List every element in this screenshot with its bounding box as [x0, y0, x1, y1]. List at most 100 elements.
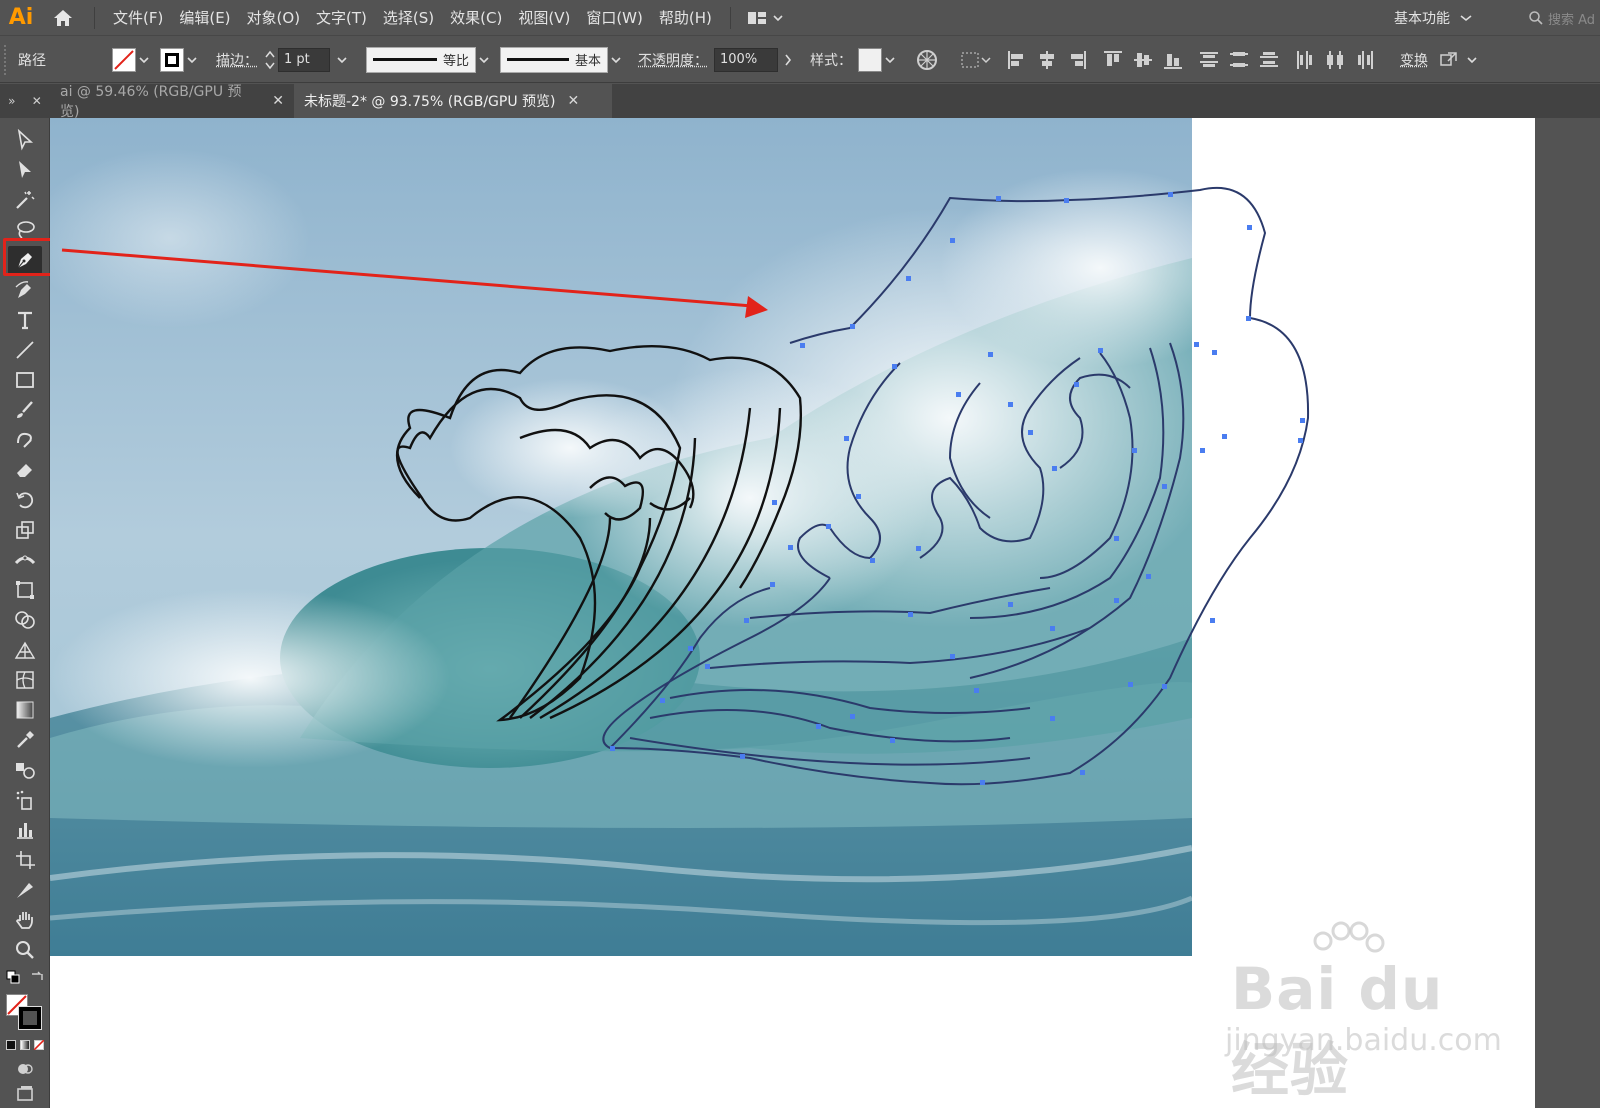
- panel-grip[interactable]: [4, 44, 12, 75]
- stroke-label[interactable]: 描边：: [210, 50, 264, 70]
- eraser-tool[interactable]: [8, 456, 42, 484]
- selection-tool[interactable]: [8, 126, 42, 154]
- distribute-bottom-button[interactable]: [1254, 45, 1284, 75]
- home-button[interactable]: [42, 0, 84, 36]
- menu-object[interactable]: 对象(O): [239, 0, 309, 36]
- menu-help[interactable]: 帮助(H): [651, 0, 720, 36]
- line-segment-tool[interactable]: [8, 336, 42, 364]
- distribute-right-button[interactable]: [1350, 45, 1380, 75]
- rectangle-tool[interactable]: [8, 366, 42, 394]
- stroke-weight-stepper[interactable]: 1 pt: [264, 47, 354, 72]
- menu-separator: [94, 6, 95, 29]
- variable-width-profile[interactable]: 等比: [366, 46, 476, 73]
- curvature-tool[interactable]: [8, 276, 42, 304]
- shaper-tool[interactable]: [8, 426, 42, 454]
- stroke-weight-dropdown[interactable]: [330, 48, 354, 72]
- gradient-mode-button[interactable]: [20, 1040, 30, 1050]
- wave-outline-black[interactable]: [396, 344, 803, 722]
- zoom-tool[interactable]: [8, 936, 42, 964]
- wave-outline-selected[interactable]: [602, 186, 1310, 786]
- opacity-expand-button[interactable]: [778, 48, 798, 72]
- type-tool[interactable]: [8, 306, 42, 334]
- screen-mode-tool[interactable]: [8, 1082, 42, 1104]
- close-icon[interactable]: ✕: [32, 94, 42, 108]
- align-left-button[interactable]: [1002, 45, 1032, 75]
- distribute-left-button[interactable]: [1290, 45, 1320, 75]
- menu-select[interactable]: 选择(S): [375, 0, 442, 36]
- align-vertical-center-button[interactable]: [1128, 45, 1158, 75]
- stroke-black-swatch[interactable]: [18, 1006, 42, 1030]
- graphic-style-swatch[interactable]: [858, 47, 882, 72]
- menu-edit[interactable]: 编辑(E): [171, 0, 238, 36]
- anchor-points[interactable]: [610, 192, 1305, 785]
- align-to-selection-button[interactable]: [956, 45, 996, 75]
- opacity-field[interactable]: 100%: [714, 47, 778, 72]
- distribute-vcenter-button[interactable]: [1224, 45, 1254, 75]
- tab-document-2[interactable]: 未标题-2* @ 93.75% (RGB/GPU 预览) ✕: [294, 84, 612, 118]
- default-colors-icon[interactable]: [6, 970, 20, 984]
- align-bottom-icon: [1164, 53, 1182, 69]
- direct-selection-tool[interactable]: [8, 156, 42, 184]
- tab-document-1[interactable]: ai @ 59.46% (RGB/GPU 预览) ✕: [50, 84, 294, 120]
- align-left-icon: [1008, 50, 1023, 69]
- opacity-label[interactable]: 不透明度：: [632, 50, 714, 70]
- fill-dropdown[interactable]: [136, 48, 152, 72]
- brush-dropdown[interactable]: [608, 48, 624, 72]
- symbol-sprayer-tool[interactable]: [8, 786, 42, 814]
- width-tool[interactable]: [8, 546, 42, 574]
- perspective-grid-tool[interactable]: [8, 636, 42, 664]
- swap-colors-icon[interactable]: [30, 970, 44, 984]
- free-transform-tool[interactable]: [8, 576, 42, 604]
- distribute-hcenter-button[interactable]: [1320, 45, 1350, 75]
- gradient-tool[interactable]: [8, 696, 42, 724]
- stroke-weight-field[interactable]: 1 pt: [278, 47, 330, 72]
- mesh-tool[interactable]: [8, 666, 42, 694]
- profile-dropdown[interactable]: [476, 48, 492, 72]
- style-dropdown[interactable]: [882, 48, 898, 72]
- draw-mode-tool[interactable]: [8, 1058, 42, 1080]
- menu-window[interactable]: 窗口(W): [578, 0, 651, 36]
- column-graph-tool[interactable]: [8, 816, 42, 844]
- shape-builder-tool[interactable]: [8, 606, 42, 634]
- menu-effect[interactable]: 效果(C): [442, 0, 510, 36]
- isolate-button[interactable]: [1434, 45, 1464, 75]
- distribute-top-button[interactable]: [1194, 45, 1224, 75]
- align-horizontal-center-button[interactable]: [1032, 45, 1062, 75]
- transform-label[interactable]: 变换: [1394, 50, 1434, 70]
- panel-menu-button[interactable]: [1464, 48, 1480, 72]
- color-mode-button[interactable]: [6, 1040, 16, 1050]
- search-input[interactable]: 搜索 Ad: [1520, 6, 1600, 30]
- magic-wand-tool[interactable]: [8, 186, 42, 214]
- stroke-dropdown[interactable]: [184, 48, 200, 72]
- brush-definition[interactable]: 基本: [500, 46, 608, 73]
- hand-tool[interactable]: [8, 906, 42, 934]
- fill-swatch[interactable]: [112, 47, 136, 72]
- menu-view[interactable]: 视图(V): [510, 0, 578, 36]
- distribute-right-icon: [1358, 50, 1373, 69]
- paintbrush-tool[interactable]: [8, 396, 42, 424]
- slice-knife-icon: [17, 883, 33, 898]
- blend-tool[interactable]: [8, 756, 42, 784]
- slice-tool[interactable]: [8, 876, 42, 904]
- eyedropper-tool[interactable]: [8, 726, 42, 754]
- align-top-button[interactable]: [1098, 45, 1128, 75]
- arrange-documents-button[interactable]: [741, 10, 789, 26]
- recolor-artwork-button[interactable]: [912, 45, 942, 75]
- menu-type[interactable]: 文字(T): [308, 0, 375, 36]
- workspace-switcher[interactable]: 基本功能: [1394, 0, 1472, 36]
- none-mode-button[interactable]: [34, 1040, 44, 1050]
- close-icon[interactable]: ✕: [568, 93, 580, 109]
- menu-file[interactable]: 文件(F): [105, 0, 171, 36]
- align-buttons: [1002, 45, 1380, 75]
- expand-panel-icon[interactable]: »: [8, 94, 15, 108]
- fill-stroke-proxy[interactable]: [6, 994, 46, 1034]
- close-icon[interactable]: ✕: [272, 93, 284, 109]
- artboard-tool[interactable]: [8, 846, 42, 874]
- distribute-vcenter-icon: [1230, 51, 1248, 67]
- scale-tool[interactable]: [8, 516, 42, 544]
- align-right-button[interactable]: [1062, 45, 1092, 75]
- align-bottom-button[interactable]: [1158, 45, 1188, 75]
- stroke-swatch[interactable]: [160, 47, 184, 72]
- rotate-tool[interactable]: [8, 486, 42, 514]
- type-t-icon: [18, 311, 32, 330]
